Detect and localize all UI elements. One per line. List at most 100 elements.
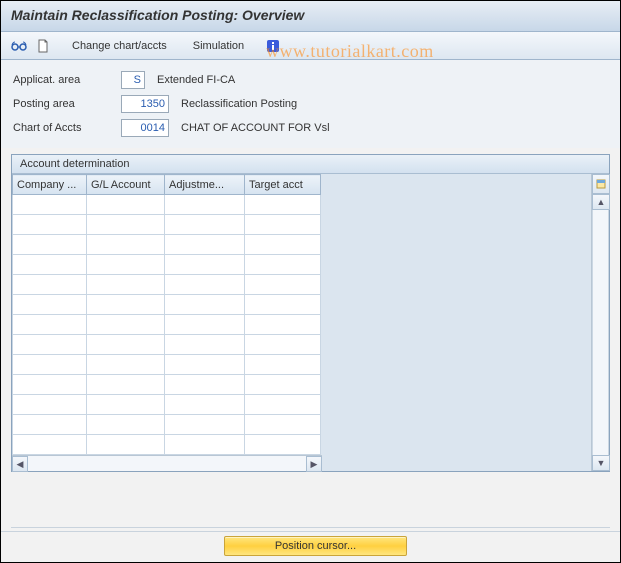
cell[interactable]	[165, 215, 245, 235]
cell[interactable]	[165, 395, 245, 415]
cell[interactable]	[87, 275, 165, 295]
cell[interactable]	[245, 435, 321, 455]
cell[interactable]	[165, 295, 245, 315]
cell[interactable]	[165, 435, 245, 455]
table-row[interactable]	[13, 295, 321, 315]
cell[interactable]	[245, 275, 321, 295]
cell[interactable]	[165, 335, 245, 355]
cell[interactable]	[13, 355, 87, 375]
input-applicat-area[interactable]	[121, 71, 145, 89]
cell[interactable]	[13, 255, 87, 275]
table-row[interactable]	[13, 335, 321, 355]
cell[interactable]	[165, 235, 245, 255]
cell[interactable]	[165, 195, 245, 215]
footer: Position cursor...	[1, 531, 620, 556]
cell[interactable]	[245, 195, 321, 215]
cell[interactable]	[13, 215, 87, 235]
cell[interactable]	[245, 395, 321, 415]
cell[interactable]	[87, 335, 165, 355]
cell[interactable]	[165, 355, 245, 375]
row-posting-area: Posting area Reclassification Posting	[13, 94, 608, 114]
cell[interactable]	[13, 395, 87, 415]
cell[interactable]	[245, 235, 321, 255]
vertical-scrollbar[interactable]: ▲ ▼	[591, 174, 609, 471]
glasses-icon[interactable]	[9, 36, 29, 56]
cell[interactable]	[165, 415, 245, 435]
cell[interactable]	[165, 315, 245, 335]
cell[interactable]	[87, 355, 165, 375]
table-row[interactable]	[13, 395, 321, 415]
cell[interactable]	[165, 375, 245, 395]
page-title: Maintain Reclassification Posting: Overv…	[11, 7, 610, 23]
cell[interactable]	[13, 335, 87, 355]
label-applicat-area: Applicat. area	[13, 74, 121, 86]
cell[interactable]	[87, 435, 165, 455]
cell[interactable]	[87, 295, 165, 315]
label-posting-area: Posting area	[13, 98, 121, 110]
position-cursor-button[interactable]: Position cursor...	[224, 536, 407, 556]
table-row[interactable]	[13, 235, 321, 255]
cell[interactable]	[165, 275, 245, 295]
table-row[interactable]	[13, 415, 321, 435]
scroll-down-icon[interactable]: ▼	[592, 455, 610, 471]
footer-divider	[11, 527, 610, 528]
cell[interactable]	[245, 215, 321, 235]
cell[interactable]	[245, 375, 321, 395]
cell[interactable]	[87, 215, 165, 235]
cell[interactable]	[13, 315, 87, 335]
col-target-acct[interactable]: Target acct	[245, 175, 321, 195]
row-applicat-area: Applicat. area Extended FI-CA	[13, 70, 608, 90]
vscroll-track[interactable]	[592, 210, 609, 455]
desc-posting-area: Reclassification Posting	[181, 98, 297, 110]
scroll-right-icon[interactable]: ▶	[306, 456, 322, 472]
col-adjustment[interactable]: Adjustme...	[165, 175, 245, 195]
cell[interactable]	[245, 335, 321, 355]
cell[interactable]	[87, 315, 165, 335]
cell[interactable]	[13, 195, 87, 215]
scroll-up-icon[interactable]: ▲	[592, 194, 610, 210]
cell[interactable]	[13, 415, 87, 435]
cell[interactable]	[13, 235, 87, 255]
cell[interactable]	[87, 395, 165, 415]
simulation-button[interactable]: Simulation	[186, 37, 251, 55]
table-row[interactable]	[13, 355, 321, 375]
title-bar: Maintain Reclassification Posting: Overv…	[1, 1, 620, 32]
table-row[interactable]	[13, 255, 321, 275]
desc-chart-of-accts: CHAT OF ACCOUNT FOR Vsl	[181, 122, 330, 134]
hscroll-track[interactable]	[28, 456, 306, 471]
cell[interactable]	[13, 375, 87, 395]
cell[interactable]	[13, 275, 87, 295]
scroll-left-icon[interactable]: ◀	[12, 456, 28, 472]
account-determination-panel: Account determination Company ... G/L Ac…	[11, 154, 610, 472]
toolbar: Change chart/accts Simulation	[1, 32, 620, 60]
table-row[interactable]	[13, 215, 321, 235]
input-chart-of-accts[interactable]	[121, 119, 169, 137]
change-chart-accts-button[interactable]: Change chart/accts	[65, 37, 174, 55]
new-page-icon[interactable]	[33, 36, 53, 56]
cell[interactable]	[165, 255, 245, 275]
row-chart-of-accts: Chart of Accts CHAT OF ACCOUNT FOR Vsl	[13, 118, 608, 138]
table-row[interactable]	[13, 375, 321, 395]
cell[interactable]	[13, 295, 87, 315]
table-row[interactable]	[13, 435, 321, 455]
cell[interactable]	[87, 195, 165, 215]
cell[interactable]	[87, 255, 165, 275]
cell[interactable]	[245, 295, 321, 315]
table-row[interactable]	[13, 275, 321, 295]
cell[interactable]	[87, 375, 165, 395]
info-icon[interactable]	[263, 36, 283, 56]
table-row[interactable]	[13, 315, 321, 335]
table-settings-icon[interactable]	[592, 174, 610, 194]
cell[interactable]	[13, 435, 87, 455]
col-gl-account[interactable]: G/L Account	[87, 175, 165, 195]
cell[interactable]	[245, 415, 321, 435]
input-posting-area[interactable]	[121, 95, 169, 113]
cell[interactable]	[245, 255, 321, 275]
col-company[interactable]: Company ...	[13, 175, 87, 195]
cell[interactable]	[87, 415, 165, 435]
cell[interactable]	[245, 315, 321, 335]
cell[interactable]	[87, 235, 165, 255]
cell[interactable]	[245, 355, 321, 375]
table-row[interactable]	[13, 195, 321, 215]
horizontal-scrollbar[interactable]: ◀ ▶	[12, 455, 322, 471]
